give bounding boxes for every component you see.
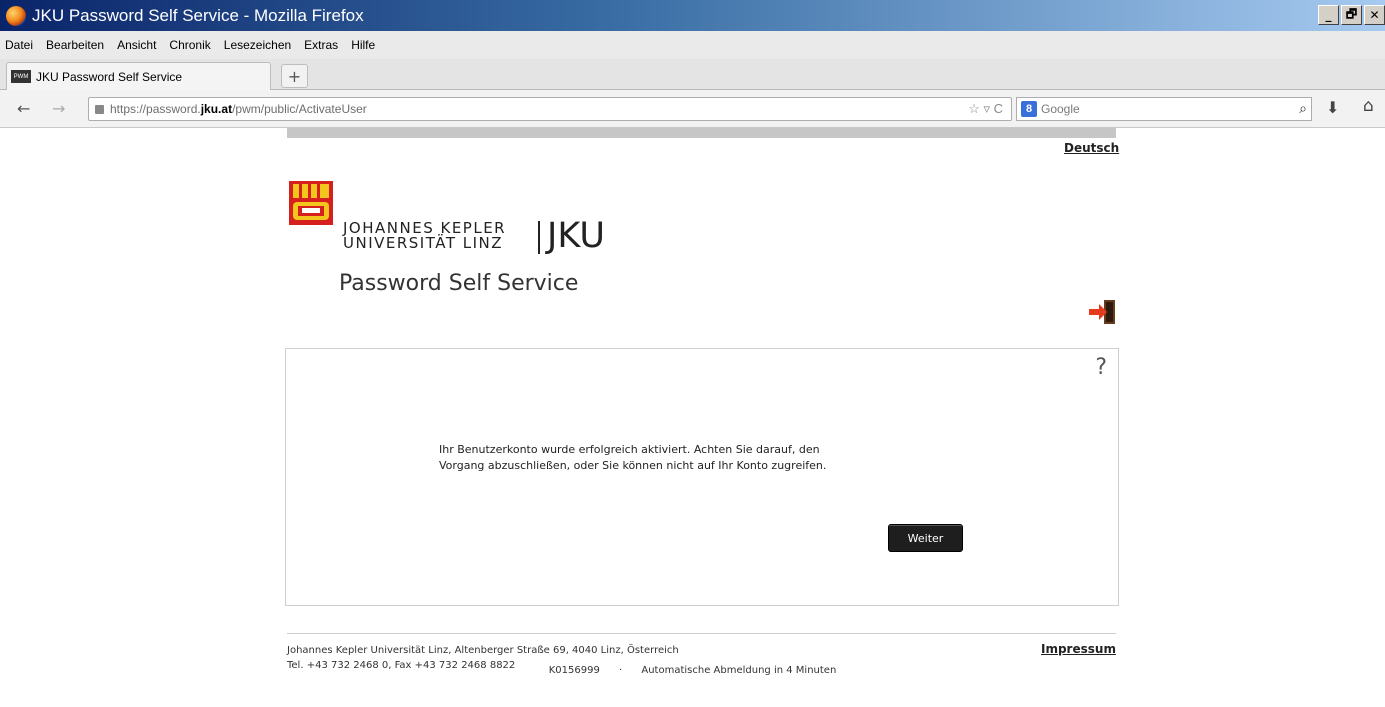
new-tab-button[interactable]: + [281,64,308,88]
message-line-1: Ihr Benutzerkonto wurde erfolgreich akti… [439,443,820,456]
logo-wordmark: JOHANNES KEPLER UNIVERSITÄT LINZ [343,221,506,251]
forward-arrow-icon[interactable]: → [52,99,65,118]
navigation-bar: ← → https://password. jku.at /pwm/public… [0,90,1385,128]
lock-icon [95,104,104,114]
maximize-button[interactable]: 🗗 [1341,5,1362,25]
search-bar[interactable]: 8 Google ⌕ [1016,97,1312,121]
logout-timer: Automatische Abmeldung in 4 Minuten [641,665,837,676]
content-panel: ? Ihr Benutzerkonto wurde erfolgreich ak… [285,348,1119,606]
address-line-1: Johannes Kepler Universität Linz, Altenb… [287,645,679,656]
tab-jku-password[interactable]: PWM JKU Password Self Service [6,62,271,90]
google-engine-icon[interactable]: 8 [1021,101,1037,117]
window-title: JKU Password Self Service - Mozilla Fire… [32,5,364,25]
back-arrow-icon[interactable]: ← [17,99,30,118]
logo-abbreviation: JKU [547,216,605,256]
menu-bearbeiten[interactable]: Bearbeiten [46,38,104,52]
menu-ansicht[interactable]: Ansicht [117,38,156,52]
footer-divider [287,633,1116,634]
address-bar[interactable]: https://password. jku.at /pwm/public/Act… [88,97,1012,121]
menu-extras[interactable]: Extras [304,38,338,52]
logout-icon[interactable] [1087,299,1117,325]
user-id: K0156999 [548,665,600,676]
url-path: /pwm/public/ActivateUser [232,102,367,116]
session-status: K0156999 · Automatische Abmeldung in 4 M… [0,665,1385,676]
menu-chronik[interactable]: Chronik [169,38,210,52]
menu-hilfe[interactable]: Hilfe [351,38,375,52]
impressum-link[interactable]: Impressum [1041,642,1116,656]
pwm-favicon-icon: PWM [11,70,31,83]
minimize-button[interactable]: _ [1318,5,1339,25]
logo-line-2: UNIVERSITÄT LINZ [343,234,504,252]
url-domain: jku.at [200,102,233,116]
download-icon[interactable]: ⬇ [1326,98,1339,117]
logo-separator [538,221,540,254]
jku-seal-icon [289,181,333,225]
help-icon[interactable]: ? [1095,355,1107,380]
close-button[interactable]: ✕ [1364,5,1385,25]
search-placeholder: Google [1041,102,1080,116]
window-title-bar: JKU Password Self Service - Mozilla Fire… [0,0,1385,31]
language-link[interactable]: Deutsch [1064,141,1119,155]
bookmark-star-reload-icons[interactable]: ☆ ▿ C [968,101,1003,117]
firefox-logo-icon [6,5,26,26]
activation-message: Ihr Benutzerkonto wurde erfolgreich akti… [439,442,959,474]
continue-button[interactable]: Weiter [888,524,963,552]
tab-bar: PWM JKU Password Self Service + [0,59,1385,90]
menu-datei[interactable]: Datei [5,38,33,52]
status-separator: · [619,665,623,676]
menu-lesezeichen[interactable]: Lesezeichen [224,38,291,52]
header-divider [287,128,1116,138]
menu-bar: Datei Bearbeiten Ansicht Chronik Lesezei… [0,31,1385,59]
window-controls: _ 🗗 ✕ [1318,5,1385,25]
page-title: Password Self Service [339,271,579,296]
message-line-2: Vorgang abzuschließen, oder Sie können n… [439,459,827,472]
search-magnifier-icon[interactable]: ⌕ [1299,100,1307,117]
url-prefix: https://password. [110,102,201,116]
home-icon[interactable]: ⌂ [1363,96,1374,116]
tab-label: JKU Password Self Service [36,69,183,84]
